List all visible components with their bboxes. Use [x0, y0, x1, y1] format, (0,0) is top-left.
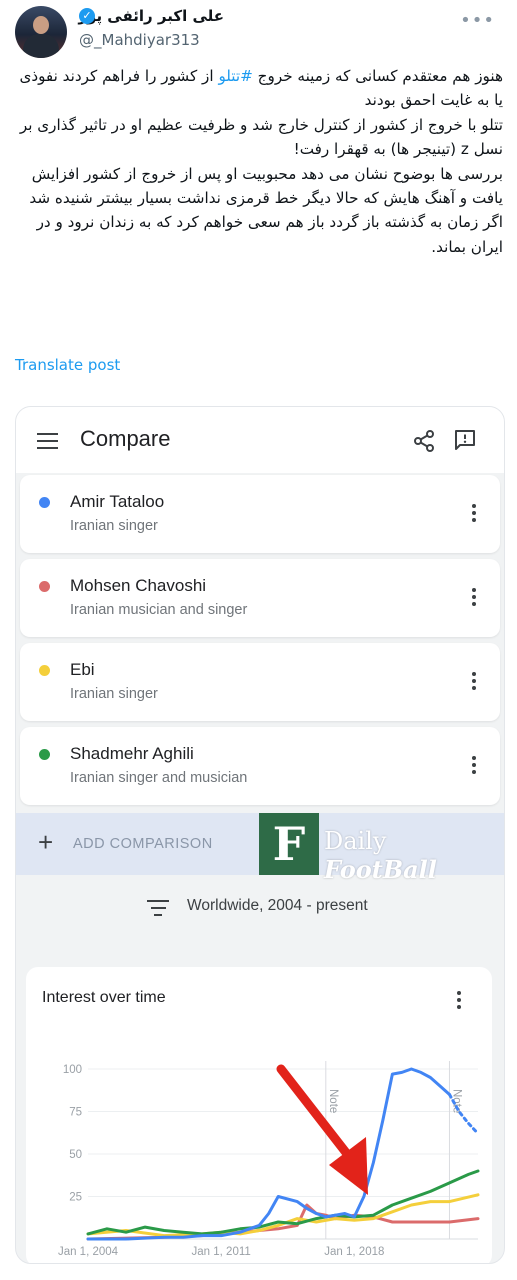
tweet-paragraph-2: تتلو با خروج از کشور از کنترل خارج شد و … — [19, 115, 503, 159]
share-icon[interactable] — [412, 429, 436, 453]
filter-icon — [147, 900, 169, 921]
avatar[interactable] — [15, 6, 67, 58]
term-subtitle: Iranian musician and singer — [70, 602, 248, 618]
series-color-dot — [39, 749, 50, 760]
y-tick-label: 25 — [69, 1192, 82, 1204]
series-color-dot — [39, 497, 50, 508]
filter-bar[interactable]: Worldwide, 2004 - present — [16, 875, 504, 937]
term-card-shadmehr-aghili[interactable]: Shadmehr Aghili Iranian singer and music… — [20, 727, 500, 805]
annotation-arrow-shaft — [276, 1064, 356, 1164]
add-comparison-label: ADD COMPARISON — [73, 836, 213, 852]
text-span: هنوز هم معتقدم کسانی که زمینه خروج — [252, 67, 503, 85]
more-vert-icon[interactable] — [472, 672, 476, 693]
series-projection-amir-tataloo — [448, 1093, 480, 1136]
series-color-dot — [39, 665, 50, 676]
term-subtitle: Iranian singer and musician — [70, 770, 248, 786]
tweet-paragraph-4: اگر زمان به گذشته باز گردد باز هم سعی خو… — [36, 213, 503, 256]
translate-post-link[interactable]: Translate post — [15, 356, 120, 374]
plus-icon: + — [38, 827, 54, 857]
term-name: Mohsen Chavoshi — [70, 576, 207, 595]
author-handle[interactable]: @_Mahdiyar313 — [79, 31, 200, 49]
more-options-icon[interactable]: ••• — [460, 10, 495, 31]
x-tick-label: Jan 1, 2018 — [324, 1246, 384, 1258]
author-display-name[interactable]: علی اکبر رائفی پور — [78, 7, 224, 25]
term-name: Shadmehr Aghili — [70, 744, 194, 763]
filter-label: Worldwide, 2004 - present — [187, 897, 368, 914]
term-name: Amir Tataloo — [70, 492, 165, 511]
tweet-text: هنوز هم معتقدم کسانی که زمینه خروج #تتلو… — [12, 64, 503, 259]
term-card-mohsen-chavoshi[interactable]: Mohsen Chavoshi Iranian musician and sin… — [20, 559, 500, 637]
term-subtitle: Iranian singer — [70, 686, 158, 702]
watermark-logo: F — [259, 813, 319, 875]
menu-icon[interactable] — [37, 433, 58, 454]
annotation-arrow-head — [329, 1137, 368, 1195]
interest-over-time-card: Interest over time 100 75 50 25 Note Note Jan … — [26, 967, 492, 1263]
x-tick-label: Jan 1, 2004 — [58, 1246, 119, 1258]
y-tick-label: 50 — [69, 1149, 82, 1161]
term-card-amir-tataloo[interactable]: Amir Tataloo Iranian singer — [20, 475, 500, 553]
watermark-text-plain: Daily — [324, 827, 387, 855]
y-tick-label: 100 — [63, 1064, 82, 1076]
term-name: Ebi — [70, 660, 95, 679]
tweet-paragraph-1: هنوز هم معتقدم کسانی که زمینه خروج #تتلو… — [12, 64, 503, 113]
interest-over-time-chart: 100755025Note NoteJan 1, 2004 Jan 1, 2011 J… — [58, 1061, 480, 1258]
tweet-header: علی اکبر رائفی پور ✓ @_Mahdiyar313 ••• — [0, 0, 517, 58]
more-vert-icon[interactable] — [472, 588, 476, 609]
term-subtitle: Iranian singer — [70, 518, 158, 534]
x-tick-label: Jan 1, 2011 — [192, 1246, 251, 1258]
tweet-paragraph-3: بررسی ها بوضوح نشان می دهد محبوبیت او پس… — [29, 164, 503, 208]
series-color-dot — [39, 581, 50, 592]
series-line-ebi — [86, 1193, 480, 1238]
note-label: Note — [327, 1089, 339, 1113]
more-vert-icon[interactable] — [472, 756, 476, 777]
page-title: Compare — [80, 426, 171, 451]
trends-top-bar: Compare — [16, 407, 504, 473]
term-card-ebi[interactable]: Ebi Iranian singer — [20, 643, 500, 721]
y-tick-label: 75 — [69, 1107, 82, 1119]
feedback-icon[interactable] — [453, 428, 477, 452]
verified-badge-icon: ✓ — [79, 8, 95, 24]
add-comparison-button[interactable]: + ADD COMPARISON F Daily FootBall — [16, 813, 504, 884]
hashtag-link[interactable]: #تتلو — [218, 67, 252, 85]
more-vert-icon[interactable] — [472, 504, 476, 525]
attached-image[interactable]: Compare Amir Tataloo Iranian singer Mohs… — [15, 406, 505, 1264]
